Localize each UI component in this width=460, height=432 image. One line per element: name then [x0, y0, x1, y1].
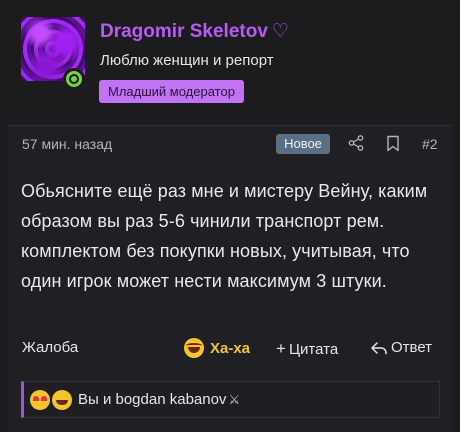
heart-eyes-emoji-icon	[30, 389, 50, 410]
crossed-swords-icon: ⚔	[228, 391, 241, 407]
reply-label: Ответ	[391, 339, 433, 356]
new-badge: Новое	[276, 134, 330, 154]
share-icon[interactable]	[348, 135, 364, 151]
avatar-wrapper[interactable]	[21, 17, 85, 90]
post-timestamp[interactable]: 57 мин. назад	[22, 136, 112, 152]
bookmark-icon[interactable]	[386, 135, 400, 152]
reactions-summary[interactable]: Вы и bogdan kabanov ⚔	[21, 381, 440, 418]
reply-button[interactable]: Ответ	[370, 339, 432, 356]
reply-icon	[371, 341, 387, 354]
heart-icon: ♡	[271, 21, 289, 42]
post-card: 57 мин. назад Новое #2 Обьясните ещё раз…	[8, 125, 452, 432]
laugh-emoji-icon	[184, 338, 204, 358]
app-root: Dragomir Skeletov ♡ Люблю женщин и репорт…	[0, 0, 460, 432]
reactions-text[interactable]: Вы и bogdan kabanov	[78, 391, 226, 408]
user-title: Люблю женщин и репорт	[100, 52, 274, 69]
haha-reaction-button[interactable]: Ха-ха	[184, 337, 250, 359]
online-status-icon	[63, 68, 85, 90]
username-text[interactable]: Dragomir Skeletov	[100, 21, 268, 42]
quote-button[interactable]: + Цитата	[276, 339, 338, 359]
post-author-header: Dragomir Skeletov ♡ Люблю женщин и репорт…	[0, 0, 460, 122]
plus-icon: +	[276, 339, 286, 358]
post-number-link[interactable]: #2	[422, 136, 438, 152]
role-badge: Младший модератор	[99, 80, 244, 103]
username[interactable]: Dragomir Skeletov ♡	[100, 20, 289, 43]
rolling-laugh-emoji-icon	[52, 389, 72, 410]
post-body: Обьясните ещё раз мне и мистеру Вейну, к…	[21, 181, 428, 291]
post-actions: Жалоба Ха-ха + Цитата Ответ	[8, 336, 452, 362]
report-button[interactable]: Жалоба	[22, 339, 78, 356]
haha-label: Ха-ха	[210, 339, 251, 357]
quote-label: Цитата	[288, 341, 339, 358]
post-meta-bar: 57 мин. назад Новое #2	[8, 126, 452, 162]
